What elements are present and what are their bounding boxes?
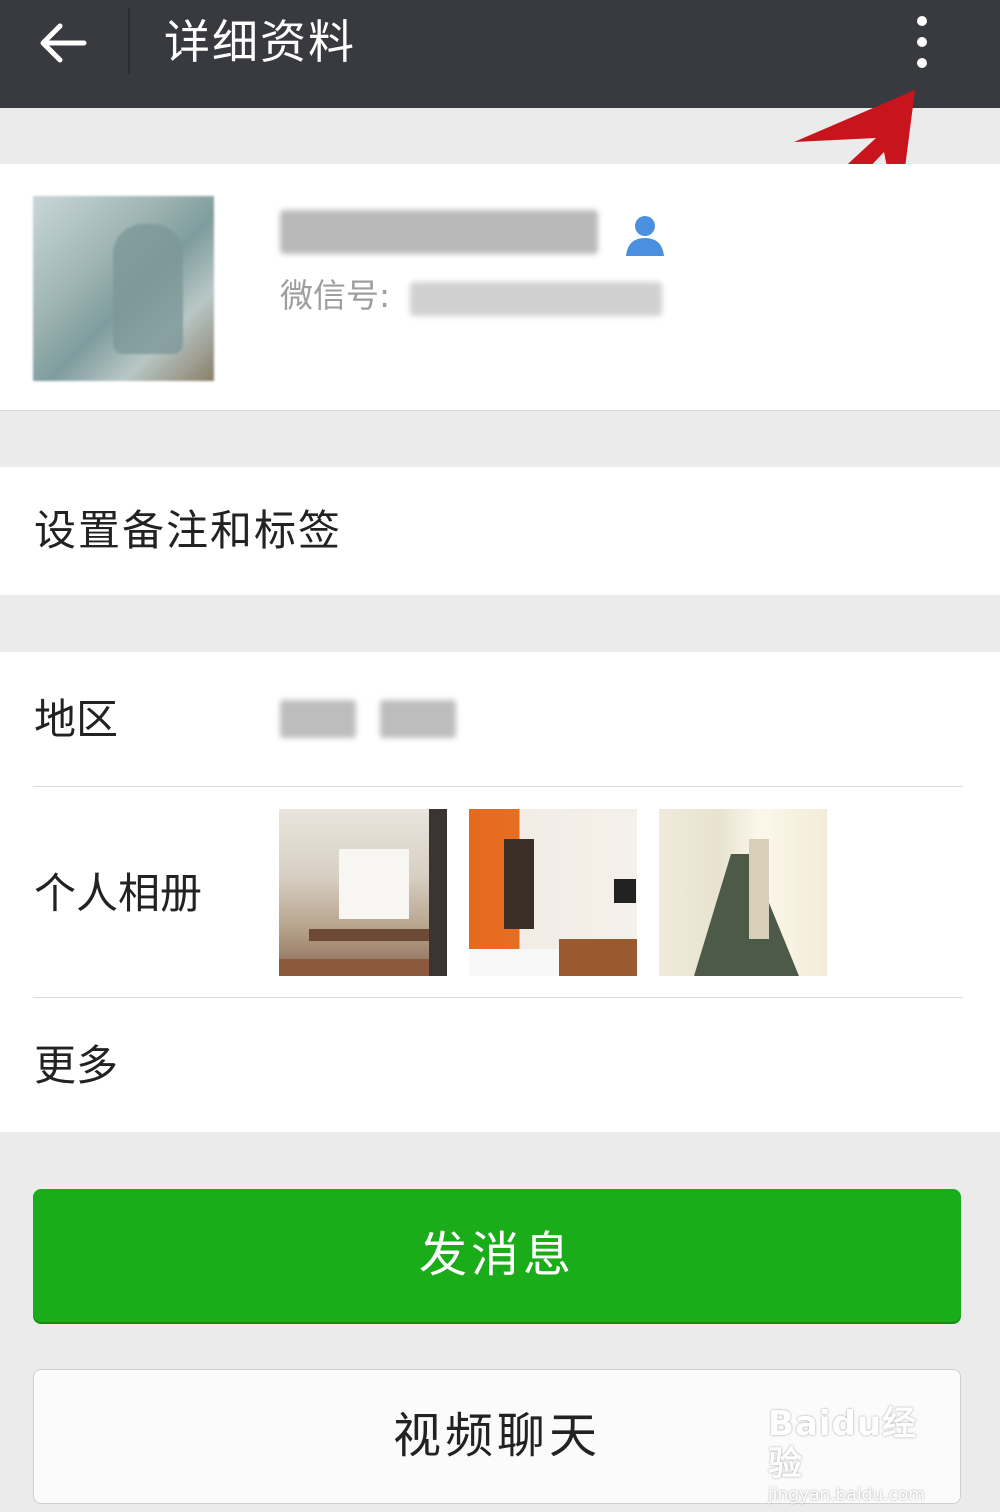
info-card: 地区 个人相册 更多 bbox=[0, 652, 1000, 1132]
header-divider bbox=[128, 8, 130, 74]
nickname-redacted bbox=[280, 210, 598, 254]
send-message-label: 发消息 bbox=[418, 1227, 575, 1283]
profile-card[interactable]: 微信号: bbox=[0, 164, 1000, 411]
back-arrow-icon[interactable] bbox=[36, 16, 90, 70]
album-label: 个人相册 bbox=[34, 869, 203, 918]
row-divider bbox=[33, 997, 963, 998]
watermark-url: jingyan.baidu.com bbox=[768, 1485, 925, 1505]
remark-tags-row[interactable]: 设置备注和标签 bbox=[0, 467, 1000, 595]
album-photo[interactable] bbox=[469, 809, 637, 976]
avatar[interactable] bbox=[33, 196, 214, 381]
region-value-redacted bbox=[280, 700, 456, 738]
album-photo[interactable] bbox=[659, 809, 827, 976]
more-vertical-icon[interactable] bbox=[902, 6, 942, 78]
send-message-button[interactable]: 发消息 bbox=[33, 1189, 961, 1322]
wechat-id-label: 微信号: bbox=[280, 276, 391, 315]
contact-person-icon bbox=[626, 216, 664, 256]
watermark-brand: Baidu经验 bbox=[768, 1404, 918, 1484]
remark-tags-label: 设置备注和标签 bbox=[34, 506, 343, 555]
row-divider bbox=[33, 786, 963, 787]
album-photo[interactable] bbox=[279, 809, 447, 976]
more-label[interactable]: 更多 bbox=[34, 1038, 118, 1094]
baidu-watermark: Baidu经验 jingyan.baidu.com bbox=[768, 1404, 948, 1506]
region-label: 地区 bbox=[34, 695, 119, 744]
wechat-id-redacted bbox=[410, 282, 662, 316]
page-title: 详细资料 bbox=[164, 15, 356, 69]
